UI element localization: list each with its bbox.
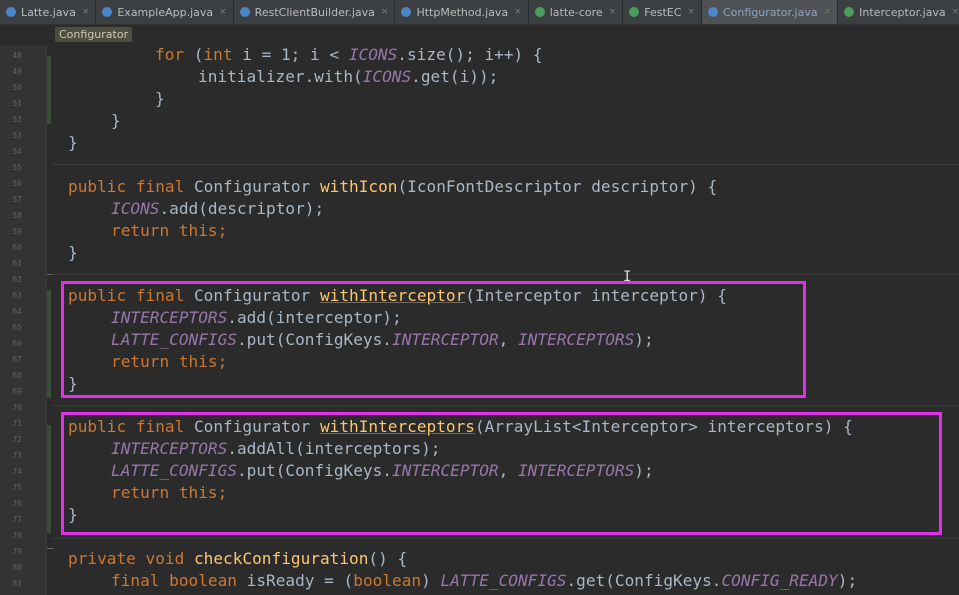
line-number-gutter: 48 49 50 51 52 53 54 55 56 57 58 59 60 61 62 63 64 65 66 67… <box>0 45 47 595</box>
line-number: 63 <box>12 291 22 300</box>
line-number: 64 <box>12 307 22 316</box>
line-number: 78 <box>12 531 22 540</box>
method-separator <box>52 405 959 406</box>
line-number: 52 <box>12 115 22 124</box>
close-icon[interactable]: × <box>687 7 695 17</box>
line-number: 51 <box>12 99 22 108</box>
class-icon <box>6 7 16 17</box>
line-number: 49 <box>12 67 22 76</box>
line-number: 56 <box>12 179 22 188</box>
tab-configurator-java[interactable]: Configurator.java × <box>701 0 839 24</box>
close-icon[interactable]: × <box>219 7 227 17</box>
close-icon[interactable]: × <box>952 7 959 17</box>
close-icon[interactable]: × <box>824 7 832 17</box>
enum-icon <box>401 7 412 17</box>
tab-restclientbuilder-java[interactable]: RestClientBuilder.java × <box>234 0 396 24</box>
tab-label: latte-core <box>549 5 603 19</box>
tab-interceptor-java[interactable]: Interceptor.java × <box>838 0 959 24</box>
line-number: 60 <box>12 243 22 252</box>
line-number: 70 <box>12 403 22 412</box>
method-separator <box>52 538 959 539</box>
code-line: } <box>111 111 121 130</box>
line-number: 55 <box>12 163 22 172</box>
close-icon[interactable]: × <box>82 7 90 17</box>
line-number: 69 <box>12 387 22 396</box>
tab-label: ExampleApp.java <box>117 5 214 19</box>
tab-httpmethod-java[interactable]: HttpMethod.java × <box>395 0 529 24</box>
close-icon[interactable]: × <box>609 7 617 17</box>
line-number: 77 <box>12 515 22 524</box>
line-number: 57 <box>12 195 22 204</box>
line-number: 72 <box>12 435 22 444</box>
tab-label: Interceptor.java <box>859 5 946 19</box>
highlight-box-with-interceptor <box>61 281 806 398</box>
close-icon[interactable]: × <box>381 7 389 17</box>
line-number: 73 <box>12 451 22 460</box>
tab-label: FestEC <box>644 5 682 19</box>
code-line: initializer.with(ICONS.get(i)); <box>198 67 499 86</box>
module-icon <box>629 7 640 17</box>
line-number: 79 <box>12 547 22 556</box>
tab-latte-core[interactable]: latte-core × <box>529 0 624 24</box>
code-line: ICONS.add(descriptor); <box>111 199 325 218</box>
tab-label: Latte.java <box>21 5 76 19</box>
code-line: public final Configurator withIcon(IconF… <box>68 177 718 196</box>
code-line: private void checkConfiguration() { <box>68 549 408 568</box>
tab-festec[interactable]: FestEC × <box>623 0 702 24</box>
class-icon <box>239 7 250 17</box>
line-number: 68 <box>12 371 22 380</box>
tab-label: RestClientBuilder.java <box>254 5 375 19</box>
line-number: 61 <box>12 259 22 268</box>
code-line: } <box>155 89 165 108</box>
code-line: final boolean isReady = (boolean) LATTE_… <box>111 571 858 590</box>
code-line: for (int i = 1; i < ICONS.size(); i++) { <box>155 45 543 64</box>
vcs-change-marker[interactable] <box>47 425 51 533</box>
line-number: 71 <box>12 419 22 428</box>
breadcrumb[interactable]: Configurator <box>55 27 133 42</box>
line-number: 59 <box>12 227 22 236</box>
code-line: return this; <box>111 221 228 240</box>
interface-icon <box>844 7 855 17</box>
vcs-change-marker[interactable] <box>47 56 51 124</box>
class-icon <box>102 7 113 17</box>
line-number: 67 <box>12 355 22 364</box>
line-number: 58 <box>12 211 22 220</box>
editor-tab-bar: Latte.java × ExampleApp.java × RestClientBui… <box>0 0 959 25</box>
line-number: 48 <box>12 51 22 60</box>
line-number: 54 <box>12 147 22 156</box>
close-icon[interactable]: × <box>514 7 522 17</box>
line-number: 74 <box>12 467 22 476</box>
fold-marker[interactable] <box>47 548 54 549</box>
breadcrumb-bar: Configurator <box>0 25 959 45</box>
line-number: 75 <box>12 483 22 492</box>
line-number: 65 <box>12 323 22 332</box>
method-separator <box>52 164 959 165</box>
tab-latte-java[interactable]: Latte.java × <box>0 0 97 24</box>
line-number: 76 <box>12 499 22 508</box>
line-number: 66 <box>12 339 22 348</box>
code-line: } <box>68 133 78 152</box>
tab-label: Configurator.java <box>722 5 818 19</box>
line-number: 80 <box>12 563 22 572</box>
code-line: } <box>68 243 78 262</box>
tab-label: HttpMethod.java <box>416 5 509 19</box>
tab-exampleapp-java[interactable]: ExampleApp.java × <box>96 0 234 24</box>
text-cursor-icon: I <box>623 269 632 285</box>
line-number: 62 <box>12 275 22 284</box>
class-icon <box>707 7 718 17</box>
line-number: 53 <box>12 131 22 140</box>
method-separator <box>52 274 959 275</box>
vcs-change-marker[interactable] <box>47 290 51 398</box>
highlight-box-with-interceptors <box>61 412 942 535</box>
line-number: 50 <box>12 83 22 92</box>
module-icon <box>534 7 545 17</box>
line-number: 81 <box>12 579 22 588</box>
